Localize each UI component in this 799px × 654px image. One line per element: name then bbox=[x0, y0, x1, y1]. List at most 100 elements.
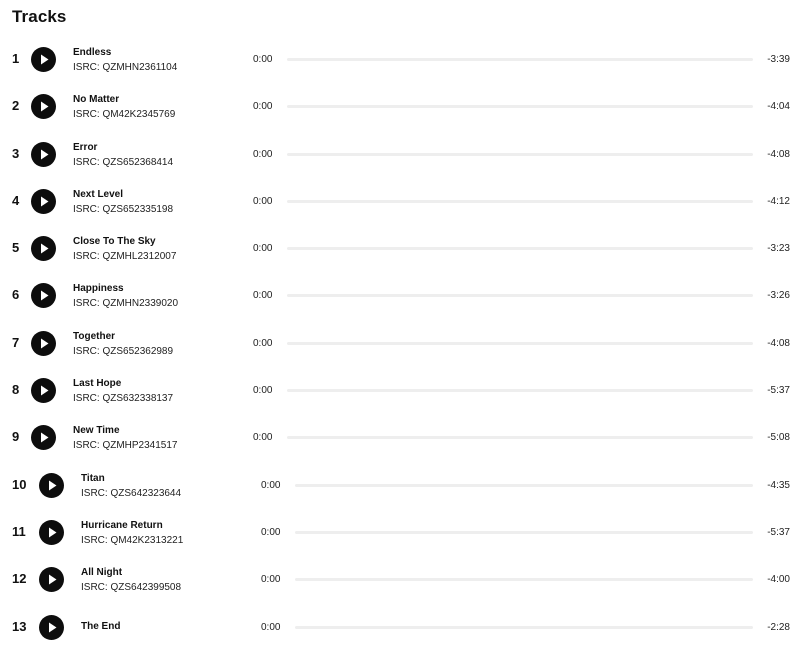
current-time: 0:00 bbox=[253, 243, 273, 255]
track-title: Titan bbox=[81, 472, 105, 484]
track-isrc: ISRC: QZMHN2339020 bbox=[73, 298, 179, 310]
play-button[interactable] bbox=[31, 330, 56, 356]
track-title: All Night bbox=[81, 567, 123, 579]
track-isrc: ISRC: QZMHL2312007 bbox=[73, 251, 177, 263]
track-isrc: ISRC: QZMHP2341517 bbox=[73, 440, 178, 452]
remaining-time: -3:23 bbox=[767, 243, 790, 255]
progress-bar[interactable] bbox=[287, 294, 753, 298]
track-title: The End bbox=[81, 620, 121, 632]
progress-bar[interactable] bbox=[295, 530, 753, 534]
track-row: 1 Endless ISRC: QZMHN2361104 0:00 -3:39 bbox=[0, 36, 799, 83]
remaining-time: -4:08 bbox=[767, 148, 790, 160]
play-button[interactable] bbox=[31, 236, 56, 262]
track-number: 10 bbox=[12, 476, 27, 492]
remaining-time: -5:37 bbox=[767, 385, 790, 397]
track-list: 1 Endless ISRC: QZMHN2361104 0:00 -3:39 … bbox=[0, 36, 799, 651]
remaining-time: -5:37 bbox=[767, 526, 790, 538]
track-row: 6 Happiness ISRC: QZMHN2339020 0:00 -3:2… bbox=[0, 272, 799, 319]
track-row: 12 All Night ISRC: QZS642399508 0:00 -4:… bbox=[0, 556, 799, 603]
track-isrc: ISRC: QZS642399508 bbox=[81, 582, 182, 594]
current-time: 0:00 bbox=[253, 101, 273, 113]
track-title: Together bbox=[73, 330, 116, 342]
track-number: 11 bbox=[12, 523, 26, 539]
track-isrc: ISRC: QZS652362989 bbox=[73, 345, 174, 357]
track-isrc: ISRC: QZS652335198 bbox=[73, 203, 174, 215]
current-time: 0:00 bbox=[253, 290, 273, 302]
play-button[interactable] bbox=[31, 94, 56, 120]
progress-bar[interactable] bbox=[295, 578, 753, 582]
progress-bar[interactable] bbox=[295, 483, 753, 487]
remaining-time: -4:00 bbox=[767, 574, 790, 586]
remaining-time: -4:04 bbox=[767, 101, 790, 113]
track-number: 13 bbox=[12, 618, 27, 634]
current-time: 0:00 bbox=[261, 621, 281, 633]
progress-bar[interactable] bbox=[287, 389, 753, 393]
remaining-time: -4:08 bbox=[767, 337, 790, 349]
play-button[interactable] bbox=[31, 141, 56, 167]
play-button[interactable] bbox=[39, 519, 64, 545]
current-time: 0:00 bbox=[253, 337, 273, 349]
track-title: Last Hope bbox=[73, 378, 122, 390]
track-number: 3 bbox=[12, 145, 20, 161]
progress-bar[interactable] bbox=[287, 152, 753, 156]
play-button[interactable] bbox=[39, 614, 64, 640]
track-row: 2 No Matter ISRC: QM42K2345769 0:00 -4:0… bbox=[0, 83, 799, 130]
play-button[interactable] bbox=[31, 283, 56, 309]
track-title: Error bbox=[73, 141, 98, 153]
track-title: No Matter bbox=[73, 94, 120, 106]
progress-bar[interactable] bbox=[295, 625, 753, 629]
remaining-time: -5:08 bbox=[767, 432, 790, 444]
progress-bar[interactable] bbox=[287, 341, 753, 345]
remaining-time: -2:28 bbox=[767, 621, 790, 633]
track-isrc: ISRC: QZS652368414 bbox=[73, 156, 174, 168]
track-title: Happiness bbox=[73, 283, 124, 295]
track-number: 7 bbox=[12, 334, 20, 350]
track-isrc: ISRC: QM42K2345769 bbox=[73, 109, 176, 121]
remaining-time: -4:12 bbox=[767, 195, 790, 207]
section-title: Tracks bbox=[12, 7, 67, 26]
track-title: New Time bbox=[73, 425, 120, 437]
remaining-time: -3:26 bbox=[767, 290, 790, 302]
current-time: 0:00 bbox=[261, 479, 281, 491]
track-title: Hurricane Return bbox=[81, 519, 163, 531]
play-button[interactable] bbox=[31, 378, 56, 404]
remaining-time: -4:35 bbox=[767, 479, 790, 491]
track-number: 12 bbox=[12, 571, 27, 587]
track-number: 5 bbox=[12, 240, 20, 256]
play-button[interactable] bbox=[31, 425, 56, 451]
track-isrc: ISRC: QZS632338137 bbox=[73, 393, 174, 405]
track-isrc: ISRC: QZMHN2361104 bbox=[73, 62, 178, 73]
current-time: 0:00 bbox=[261, 574, 281, 586]
track-row: 5 Close To The Sky ISRC: QZMHL2312007 0:… bbox=[0, 225, 799, 272]
progress-bar[interactable] bbox=[287, 105, 753, 109]
current-time: 0:00 bbox=[253, 195, 273, 207]
play-button[interactable] bbox=[31, 188, 56, 214]
track-row: 8 Last Hope ISRC: QZS632338137 0:00 -5:3… bbox=[0, 367, 799, 414]
current-time: 0:00 bbox=[253, 54, 273, 65]
track-row: 9 New Time ISRC: QZMHP2341517 0:00 -5:08 bbox=[0, 414, 799, 461]
current-time: 0:00 bbox=[253, 432, 273, 444]
track-number: 6 bbox=[12, 287, 20, 303]
track-row: 3 Error ISRC: QZS652368414 0:00 -4:08 bbox=[0, 131, 799, 178]
progress-bar[interactable] bbox=[287, 436, 753, 440]
play-button[interactable] bbox=[31, 47, 56, 72]
current-time: 0:00 bbox=[253, 385, 273, 397]
track-number: 1 bbox=[12, 51, 20, 66]
play-button[interactable] bbox=[39, 472, 64, 498]
track-number: 4 bbox=[12, 192, 20, 208]
remaining-time: -3:39 bbox=[767, 54, 790, 65]
progress-bar[interactable] bbox=[287, 247, 753, 251]
progress-bar[interactable] bbox=[287, 58, 753, 61]
track-title: Endless bbox=[73, 47, 112, 58]
track-isrc: ISRC: QZS642323644 bbox=[81, 487, 182, 499]
track-number: 8 bbox=[12, 382, 20, 398]
progress-bar[interactable] bbox=[287, 199, 753, 203]
current-time: 0:00 bbox=[253, 148, 273, 160]
play-button[interactable] bbox=[39, 567, 64, 593]
track-row: 10 Titan ISRC: QZS642323644 0:00 -4:35 bbox=[0, 462, 799, 509]
track-number: 9 bbox=[12, 429, 20, 445]
track-row: 11 Hurricane Return ISRC: QM42K2313221 0… bbox=[0, 509, 799, 556]
track-isrc: ISRC: QM42K2313221 bbox=[81, 534, 184, 546]
track-row: 4 Next Level ISRC: QZS652335198 0:00 -4:… bbox=[0, 178, 799, 225]
track-row: 13 The End 0:00 -2:28 bbox=[0, 604, 799, 651]
